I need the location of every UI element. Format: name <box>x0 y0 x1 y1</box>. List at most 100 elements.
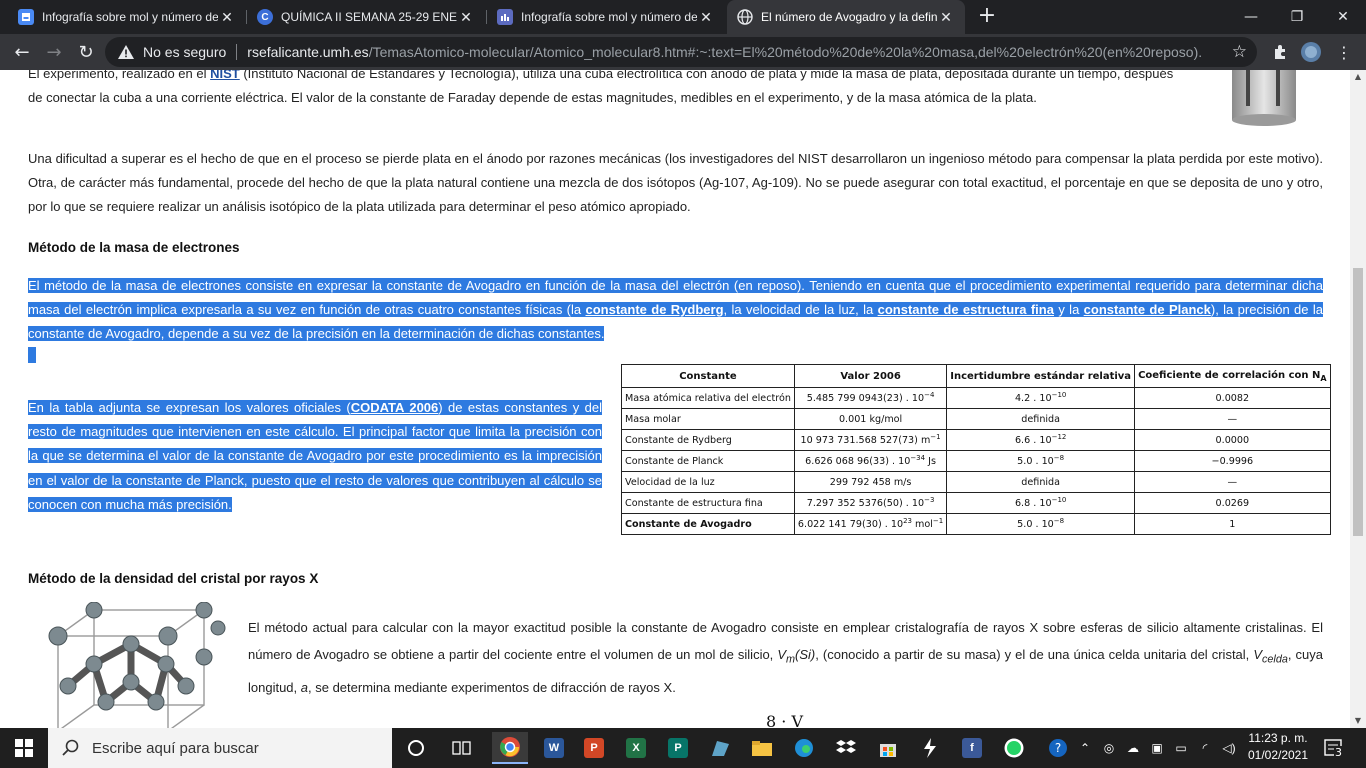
cell-name: Constante de estructura fina <box>621 492 795 514</box>
table-row: Masa molar 0.001 kg/mol definida — <box>621 408 1331 430</box>
paragraph-isotopes: Una dificultad a superar es el hecho de … <box>28 151 1323 215</box>
value-text: 7.297 352 5376(50) . 10 <box>806 497 925 509</box>
photos-icon[interactable] <box>702 732 738 764</box>
help-icon[interactable]: ? <box>1040 732 1076 764</box>
value-exponent: 23 <box>903 516 912 525</box>
paragraph-codata-selected: En la tabla adjunta se expresan los valo… <box>28 396 602 517</box>
cell-uncertainty: definida <box>946 471 1136 493</box>
tab-strip: Infografía sobre mol y número de ✕ C QUÍ… <box>0 0 1366 34</box>
cell-value: 10 973 731.568 527(73) m−1 <box>793 429 948 451</box>
store-icon[interactable] <box>870 732 906 764</box>
extensions-icon[interactable] <box>1268 41 1292 63</box>
word-icon[interactable]: W <box>536 732 572 764</box>
fine-structure-link[interactable]: constante de estructura fina <box>878 302 1054 317</box>
clock-date: 01/02/2021 <box>1247 748 1309 762</box>
scroll-up-icon[interactable]: ▲ <box>1353 72 1363 82</box>
value-text: 5.485 799 0943(23) . 10 <box>806 392 925 404</box>
address-bar[interactable]: No es seguro rsefalicante.umh.es/TemasAt… <box>105 37 1257 67</box>
close-tab-icon[interactable]: ✕ <box>457 9 475 26</box>
winamp-icon[interactable] <box>912 732 948 764</box>
powerpoint-icon[interactable]: P <box>576 732 612 764</box>
codata-link[interactable]: CODATA 2006 <box>351 400 439 415</box>
col-header: Incertidumbre estándar relativa <box>946 364 1136 388</box>
file-explorer-icon[interactable] <box>744 732 780 764</box>
warning-icon <box>118 45 134 59</box>
chrome-icon[interactable] <box>492 732 528 764</box>
security-label[interactable]: No es seguro <box>143 44 226 60</box>
windows-start-icon[interactable] <box>0 728 48 768</box>
browser-toolbar: ← → ↻ No es seguro rsefalicante.umh.es/T… <box>0 34 1366 70</box>
minimize-icon[interactable]: — <box>1228 0 1274 34</box>
tab-2[interactable]: C QUÍMICA II SEMANA 25-29 ENE ✕ <box>247 0 485 34</box>
bookmark-star-icon[interactable]: ☆ <box>1232 42 1247 62</box>
tab-1[interactable]: Infografía sobre mol y número de ✕ <box>8 0 246 34</box>
table-row: Constante de Rydberg 10 973 731.568 527(… <box>621 429 1331 451</box>
close-tab-icon[interactable]: ✕ <box>937 9 955 26</box>
cell-uncertainty: 6.8 . 10−10 <box>946 492 1136 514</box>
formula-numerator: 8 · V <box>766 712 803 728</box>
publisher-icon[interactable]: P <box>660 732 696 764</box>
cell-correlation: — <box>1134 408 1331 430</box>
cell-value: 6.022 141 79(30) . 1023 mol−1 <box>793 513 948 535</box>
tab-3[interactable]: Infografía sobre mol y número de ✕ <box>487 0 725 34</box>
facebook-icon[interactable]: f <box>954 732 990 764</box>
selected-text: ) de estas constantes y del resto de mag… <box>28 400 602 512</box>
restore-icon[interactable]: ❐ <box>1274 0 1320 34</box>
whatsapp-icon[interactable] <box>996 732 1032 764</box>
value-unit: mol <box>911 518 933 530</box>
edge-icon[interactable] <box>786 732 822 764</box>
menu-kebab-icon[interactable]: ⋮ <box>1332 41 1356 63</box>
search-placeholder: Escribe aquí para buscar <box>92 739 259 757</box>
back-icon[interactable]: ← <box>8 38 36 66</box>
onedrive-icon[interactable]: ☁ <box>1122 728 1144 768</box>
close-tab-icon[interactable]: ✕ <box>218 9 236 26</box>
cell-name: Constante de Avogadro <box>621 513 795 535</box>
forward-icon[interactable]: → <box>40 38 68 66</box>
volume-icon[interactable]: ◁) <box>1218 728 1240 768</box>
system-clock[interactable]: 11:23 p. m. 01/02/2021 <box>1244 730 1312 766</box>
unc-exponent: −8 <box>1053 453 1065 462</box>
cell-correlation: 0.0082 <box>1134 387 1331 409</box>
cell-name: Masa atómica relativa del electrón <box>621 387 795 409</box>
cell-uncertainty: definida <box>946 408 1136 430</box>
excel-icon[interactable]: X <box>618 732 654 764</box>
windows-taskbar: Escribe aquí para buscar W P X P f ? ⌃ ◎… <box>0 728 1366 768</box>
close-tab-icon[interactable]: ✕ <box>697 9 715 26</box>
reload-icon[interactable]: ↻ <box>72 38 100 66</box>
cell-correlation: — <box>1134 471 1331 493</box>
profile-avatar-icon[interactable] <box>1299 41 1323 63</box>
cell-name: Constante de Planck <box>621 450 795 472</box>
svg-text:?: ? <box>1055 741 1061 755</box>
taskbar-search-input[interactable]: Escribe aquí para buscar <box>48 728 392 768</box>
value-text: 6.022 141 79(30) . 10 <box>797 518 904 530</box>
tab-4-active[interactable]: El número de Avogadro y la defin ✕ <box>727 0 965 34</box>
notifications-icon[interactable]: 3 <box>1322 736 1346 760</box>
value-text: 10 973 731.568 527(73) m <box>800 434 931 446</box>
cell-correlation: 0.0269 <box>1134 492 1331 514</box>
scroll-thumb[interactable] <box>1353 268 1363 536</box>
scroll-down-icon[interactable]: ▼ <box>1353 716 1363 726</box>
var-vm-arg: (Si) <box>795 647 816 662</box>
cell-correlation: 1 <box>1134 513 1331 535</box>
rydberg-link[interactable]: constante de Rydberg <box>586 302 724 317</box>
bar-icon <box>497 9 513 25</box>
planck-link[interactable]: constante de Planck <box>1084 302 1211 317</box>
meet-now-icon[interactable]: ◎ <box>1098 728 1120 768</box>
close-window-icon[interactable]: ✕ <box>1320 0 1366 34</box>
table-row: Constante de Planck 6.626 068 96(33) . 1… <box>621 450 1331 472</box>
page-scrollbar[interactable]: ▲ ▼ <box>1350 70 1366 728</box>
value-exponent: −3 <box>924 495 935 504</box>
wifi-icon[interactable]: ◜ <box>1194 728 1216 768</box>
battery-icon[interactable]: ▭ <box>1170 728 1192 768</box>
unc-exponent: −8 <box>1053 516 1065 525</box>
cell-value: 5.485 799 0943(23) . 10−4 <box>793 387 948 409</box>
nist-link[interactable]: NIST <box>210 70 240 81</box>
new-tab-icon[interactable]: + <box>975 5 999 29</box>
task-view-icon[interactable] <box>444 732 480 764</box>
paragraph-text: , se determina mediante experimentos de … <box>308 679 676 695</box>
cortana-icon[interactable] <box>398 732 434 764</box>
backup-icon[interactable]: ▣ <box>1146 728 1168 768</box>
dropbox-icon[interactable] <box>828 732 864 764</box>
tray-overflow-icon[interactable]: ⌃ <box>1076 728 1094 768</box>
cell-uncertainty: 4.2 . 10−10 <box>946 387 1136 409</box>
